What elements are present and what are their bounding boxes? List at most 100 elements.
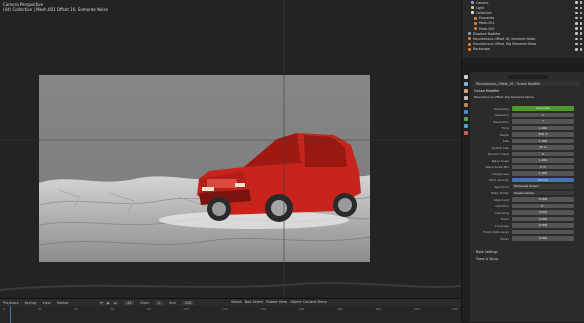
end-field[interactable]: 250 [181, 300, 195, 305]
camera-restrict-icon[interactable] [579, 32, 582, 35]
section-bake-settings[interactable]: Bake Settings [476, 250, 498, 254]
property-field[interactable]: Turbulent Ocean [512, 184, 574, 189]
outliner-row-label: Collection [476, 10, 492, 15]
visibility-icon[interactable] [575, 11, 578, 15]
property-field[interactable]: 0.000 [512, 197, 574, 202]
scene-tab-icon[interactable] [464, 96, 468, 100]
camera-restrict-icon[interactable] [579, 48, 582, 51]
tick: 180 [337, 307, 343, 311]
start-field[interactable]: 1 [154, 300, 164, 305]
status-bar: Select Box Select Rotate View Object Con… [228, 298, 464, 305]
visibility-icon[interactable] [575, 32, 578, 35]
material-tab-icon[interactable] [464, 131, 468, 135]
status-box-select: Box Select [244, 299, 264, 304]
outliner-row-label: Rockscape [473, 47, 490, 52]
modifier-tab-icon[interactable] [464, 110, 468, 114]
playhead[interactable] [10, 306, 11, 323]
modifier-header[interactable]: Mountainous Offset 16g Semente Noise [474, 95, 580, 99]
tick: 120 [221, 307, 228, 311]
property-field[interactable] [512, 229, 574, 235]
camera-restrict-icon[interactable] [579, 16, 582, 20]
property-row: Alignment 0.000 [474, 197, 580, 202]
camera-restrict-icon[interactable] [579, 37, 582, 41]
tick: 80 [147, 307, 151, 311]
object-type-icon [468, 47, 471, 51]
particles-tab-icon[interactable] [464, 117, 468, 121]
visibility-icon[interactable] [575, 27, 578, 30]
camera-restrict-icon[interactable] [579, 42, 582, 46]
property-field[interactable]: 0° [512, 203, 574, 209]
section-foam-spray[interactable]: Foam & Spray [476, 257, 498, 261]
property-field[interactable]: 0.000 [512, 216, 574, 222]
object-tab-icon[interactable] [464, 103, 468, 107]
outliner[interactable]: Camera Light Collection Esquerdo Mesh.001 Mes… [462, 0, 584, 58]
property-field[interactable]: 1.000 [512, 138, 574, 144]
property-field[interactable]: 200 m [512, 132, 574, 137]
jump-start-icon[interactable]: ⏮ [98, 300, 104, 305]
tick: 20 [37, 307, 42, 311]
property-row: Foam Data Layer [474, 229, 580, 235]
property-field[interactable]: 30 m/s [512, 177, 574, 183]
property-row: Damping 0.500 [474, 210, 580, 215]
physics-tab-icon[interactable] [464, 124, 468, 128]
visibility-icon[interactable] [575, 1, 578, 4]
status-rotate-view: Rotate View [266, 299, 288, 304]
tick: 40 [74, 307, 78, 311]
property-field[interactable]: 0 [512, 151, 574, 157]
timeline-ruler[interactable]: 0 20 40 60 80 100 120 140 160 180 200 22… [0, 307, 461, 311]
property-field[interactable]: 1.000 [512, 158, 574, 163]
property-field[interactable]: 1 [512, 112, 574, 118]
output-tab-icon[interactable] [464, 89, 468, 93]
outliner-row[interactable]: Rockscape [462, 47, 584, 52]
visibility-icon[interactable] [575, 37, 578, 41]
tool-tab-icon[interactable] [464, 75, 468, 79]
render-tab-icon[interactable] [464, 82, 468, 86]
property-field[interactable]: 0.000 [512, 236, 574, 241]
outliner-row-label: Camera [476, 0, 489, 5]
property-field[interactable]: Ocean Cache [512, 190, 574, 196]
object-type-icon [474, 21, 477, 25]
camera-restrict-icon[interactable] [579, 1, 582, 4]
visibility-icon[interactable] [575, 16, 578, 20]
property-label: Foam Data Layer [483, 230, 509, 234]
camera-restrict-icon[interactable] [579, 11, 582, 15]
object-type-icon [474, 27, 477, 31]
property-row: Direction 0° [474, 203, 580, 209]
property-field[interactable]: 50 m [512, 145, 574, 150]
camera-restrict-icon[interactable] [579, 22, 582, 25]
property-field[interactable]: 0 m [512, 164, 574, 170]
visibility-icon[interactable] [575, 48, 578, 51]
menu-marker[interactable]: Marker [57, 301, 69, 305]
properties-search-input[interactable] [508, 75, 548, 79]
properties-editor[interactable]: Mountainous_Offset_16 › Ocean Modifier O… [462, 72, 584, 322]
add-modifier-dropdown[interactable]: Ocean Modifier [474, 89, 580, 93]
property-field[interactable]: 0.500 [512, 210, 574, 215]
visibility-icon[interactable] [575, 22, 578, 25]
visibility-icon[interactable] [575, 6, 578, 10]
property-field[interactable]: 7 [512, 119, 574, 124]
visibility-icon[interactable] [575, 42, 578, 46]
camera-restrict-icon[interactable] [579, 6, 582, 10]
menu-playback[interactable]: Playback [3, 301, 19, 305]
property-field[interactable]: Generate [512, 106, 574, 111]
object-type-icon [468, 42, 471, 46]
menu-view[interactable]: View [42, 301, 50, 305]
property-row: Size 1.000 [474, 138, 580, 144]
play-icon[interactable]: ▶ [105, 300, 111, 305]
object-type-icon [471, 6, 474, 10]
current-frame-field[interactable]: 44 [123, 300, 135, 305]
property-label: Spatial Size [491, 145, 509, 150]
property-row: Spectrum Turbulent Ocean [474, 184, 580, 189]
property-field[interactable]: 1.000 [512, 125, 574, 131]
property-field[interactable]: 1.000 [512, 171, 574, 176]
playback-controls: ⏮ ▶ ⏭ [98, 300, 118, 305]
menu-keying[interactable]: Keying [25, 301, 37, 305]
property-label: Geometry [494, 106, 509, 111]
jump-end-icon[interactable]: ⏭ [112, 300, 118, 305]
properties-body: Mountainous_Offset_16 › Ocean Modifier O… [472, 72, 584, 322]
camera-restrict-icon[interactable] [579, 27, 582, 30]
property-row: Spatial Size 50 m [474, 145, 580, 150]
property-label: Wave Scale [491, 158, 509, 163]
3d-viewport[interactable]: Camera Perspective (44) Collection | Mes… [0, 0, 461, 298]
property-field[interactable]: 0.000 [512, 223, 574, 228]
